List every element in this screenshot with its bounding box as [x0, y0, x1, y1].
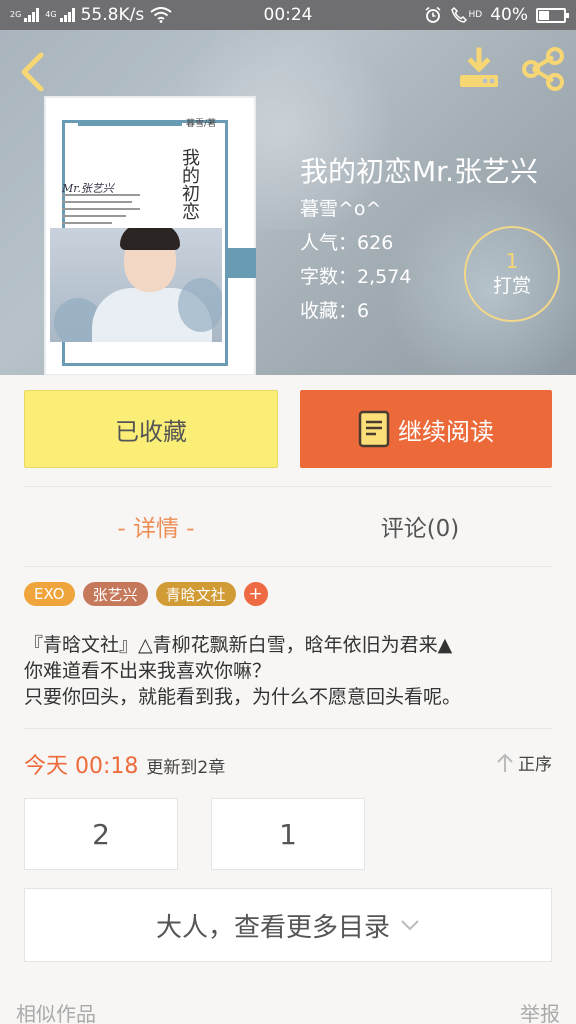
description-line: 『青晗文社』△青柳花飘新白雪，晗年依旧为君来▲: [24, 634, 453, 656]
tab-detail[interactable]: - 详情 -: [24, 504, 288, 548]
book-icon: [358, 410, 390, 448]
cover-author: 暮雪/著: [186, 119, 217, 129]
book-title: 我的初恋Mr.张艺兴: [300, 155, 539, 188]
reward-count: 1: [505, 249, 519, 273]
continue-reading-button[interactable]: 继续阅读: [300, 390, 552, 468]
share-icon: [522, 47, 564, 91]
wifi-icon: [150, 7, 172, 23]
similar-works-heading: 相似作品: [16, 1002, 96, 1024]
status-bar: 2G 4G 55.8K/s 00:24 HD 40%: [0, 0, 576, 30]
update-time: 今天 00:18: [24, 754, 139, 779]
download-button[interactable]: [456, 46, 502, 92]
description-line: 你难道看不出来我喜欢你嘛？: [24, 660, 272, 682]
tag-list: EXO 张艺兴 青晗文社 +: [24, 582, 268, 606]
description-line: 只要你回头，就能看到我，为什么不愿意回头看呢。: [24, 686, 462, 708]
favorited-button[interactable]: 已收藏: [24, 390, 278, 468]
hd-call-icon: HD: [450, 6, 483, 24]
status-time: 00:24: [263, 5, 313, 25]
network-type-2g: 2G: [10, 10, 22, 19]
battery-percent: 40%: [490, 5, 528, 25]
signal-icon: [24, 8, 40, 22]
more-catalog-label: 大人，查看更多目录: [155, 912, 390, 943]
favorites-stat: 收藏：6: [300, 300, 370, 322]
cover-title: 我的初恋: [179, 148, 200, 220]
back-button[interactable]: [14, 50, 50, 94]
update-text: 更新到2章: [146, 758, 226, 778]
reward-label: 打赏: [492, 275, 531, 297]
chevron-left-icon: [21, 52, 44, 92]
chevron-down-icon: [401, 920, 419, 931]
alarm-icon: [424, 6, 441, 23]
divider: [24, 728, 552, 729]
book-cover[interactable]: 暮雪/著 我的初恋 Mr.张艺兴: [44, 96, 256, 375]
network-speed: 55.8K/s: [80, 5, 145, 25]
continue-reading-label: 继续阅读: [398, 417, 494, 446]
word-count-stat: 字数：2,574: [300, 266, 412, 288]
reward-button[interactable]: 1 打赏: [464, 226, 560, 322]
report-link[interactable]: 举报: [520, 998, 560, 1024]
network-type-4g: 4G: [45, 10, 57, 19]
popularity-stat: 人气：626: [300, 232, 394, 254]
cover-photo: [50, 228, 222, 342]
chapter-button[interactable]: 1: [211, 798, 365, 870]
book-author[interactable]: 暮雪^o^: [300, 194, 381, 221]
book-description: 『青晗文社』△青柳花飘新白雪，晗年依旧为君来▲ 你难道看不出来我喜欢你嘛？ 只要…: [24, 632, 554, 710]
tag-zhang-yixing[interactable]: 张艺兴: [82, 582, 148, 606]
sort-button[interactable]: 正序: [496, 750, 552, 775]
chapter-button[interactable]: 2: [24, 798, 178, 870]
add-tag-button[interactable]: +: [243, 582, 268, 606]
battery-icon: [536, 7, 569, 23]
sort-label: 正序: [518, 755, 552, 775]
tab-comments[interactable]: 评论(0): [288, 504, 552, 548]
arrow-up-icon: [497, 753, 513, 772]
share-button[interactable]: [520, 46, 566, 92]
tag-qinghan-wenshe[interactable]: 青晗文社: [155, 582, 236, 606]
hd-label: HD: [468, 10, 483, 20]
tag-exo[interactable]: EXO: [24, 582, 75, 606]
book-header: 暮雪/著 我的初恋 Mr.张艺兴 我的初恋Mr.张艺兴 暮雪^o^ 人气：626…: [0, 30, 576, 375]
signal-icon-2: [59, 8, 75, 22]
divider: [24, 486, 552, 487]
more-catalog-button[interactable]: 大人，查看更多目录: [24, 888, 552, 962]
divider: [24, 566, 552, 567]
download-icon: [460, 47, 498, 87]
update-info: 今天 00:18 更新到2章: [24, 748, 225, 780]
